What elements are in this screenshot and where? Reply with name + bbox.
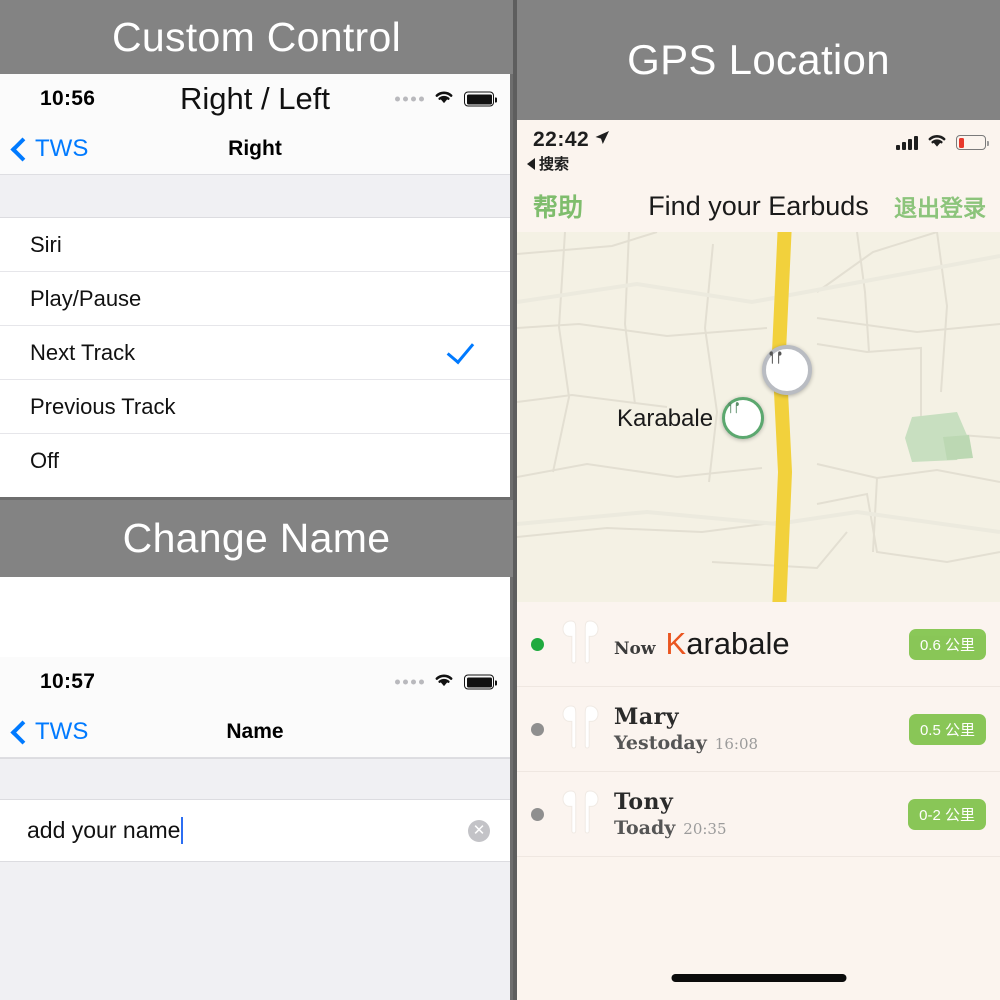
- device-name-initial: K: [665, 626, 687, 661]
- earbuds-icon: [554, 615, 606, 674]
- status-dot-online: [531, 637, 544, 651]
- logout-button[interactable]: 退出登录: [894, 189, 986, 223]
- wifi-icon: [433, 672, 455, 693]
- device-name: Mary: [614, 704, 679, 730]
- return-to-previous-app-button[interactable]: 搜索: [527, 153, 569, 174]
- name-input[interactable]: add your name: [27, 817, 468, 844]
- form-footer-area: [0, 862, 510, 1000]
- earbuds-icon: [554, 700, 606, 759]
- location-arrow-icon: [594, 128, 610, 152]
- option-label: Next Track: [30, 339, 136, 365]
- karabale-device-marker[interactable]: [722, 397, 764, 439]
- device-last-seen-time: 16:08: [714, 735, 759, 753]
- status-bar-indicators: [395, 672, 497, 693]
- name-input-value: add your name: [27, 817, 181, 843]
- earbuds-icon: [728, 402, 739, 414]
- device-last-seen-day: Yestoday: [614, 732, 707, 754]
- cellular-dots-icon: [395, 96, 424, 102]
- device-last-seen-day: Toady: [614, 817, 676, 839]
- list-section-gap: [0, 175, 510, 218]
- option-row-siri[interactable]: Siri: [0, 218, 510, 272]
- wifi-icon: [926, 132, 948, 153]
- triangle-left-icon: [527, 157, 535, 170]
- option-label: Previous Track: [30, 393, 176, 419]
- list-section-gap: [0, 758, 510, 800]
- status-dot-offline: [531, 722, 544, 736]
- distance-badge: 0.6 公里: [908, 628, 986, 660]
- device-name: Karabale: [666, 626, 790, 662]
- banner-change-name-title: Change Name: [122, 515, 391, 561]
- panel-custom-control: 10:56 Right / Left TWS Right Siri Play/P…: [0, 74, 510, 497]
- option-row-next-track[interactable]: Next Track: [0, 326, 510, 380]
- name-field-row[interactable]: add your name ✕: [0, 800, 510, 862]
- status-bar-time: 22:42: [533, 128, 590, 151]
- option-label: Off: [30, 448, 59, 473]
- device-last-seen-time: 20:35: [683, 820, 727, 838]
- banner-custom-control-title: Custom Control: [111, 13, 402, 60]
- status-bar-time-group: 22:42: [533, 128, 610, 152]
- device-list: Now Karabale 0.6 公里 Mary Yestoday 16:08 …: [517, 602, 1000, 857]
- left-column: Custom Control 10:56 Right / Left TWS Ri…: [0, 0, 513, 1000]
- navigation-bar: TWS Right: [0, 124, 510, 175]
- status-bar: 22:42 搜索: [517, 120, 1000, 180]
- cellular-signal-icon: [896, 135, 918, 150]
- device-text: Now Karabale: [614, 626, 909, 662]
- device-row-tony[interactable]: Tony Toady 20:35 0-2 公里: [517, 772, 1000, 857]
- return-app-label: 搜索: [539, 156, 570, 173]
- navigation-bar: TWS Name: [0, 707, 510, 758]
- map-view[interactable]: Karabale: [517, 232, 1000, 602]
- option-label: Play/Pause: [30, 285, 142, 311]
- map-marker-label: Karabale: [617, 405, 714, 432]
- banner-gps-location-title: GPS Location: [627, 36, 890, 83]
- battery-icon: [464, 91, 497, 107]
- navigation-bar: 帮助 Find your Earbuds 退出登录: [517, 180, 1000, 232]
- battery-low-icon: [956, 135, 989, 150]
- device-last-seen: Now: [614, 639, 656, 659]
- option-row-previous-track[interactable]: Previous Track: [0, 380, 510, 434]
- status-bar-indicators: [896, 132, 989, 153]
- distance-badge: 0-2 公里: [908, 798, 986, 830]
- distance-badge: 0.5 公里: [908, 713, 986, 745]
- device-name: Tony: [614, 789, 674, 815]
- panel-gps-location: 22:42 搜索 帮助 Find your Earbuds 退出登录 Karab…: [517, 120, 1000, 1000]
- option-row-play-pause[interactable]: Play/Pause: [0, 272, 510, 326]
- cellular-dots-icon: [395, 679, 424, 685]
- device-last-seen: Yestoday 16:08: [614, 732, 909, 754]
- banner-change-name: Change Name: [0, 500, 513, 577]
- page-title: Name: [226, 720, 284, 743]
- banner-custom-control: Custom Control: [0, 0, 513, 74]
- panel-change-name: 10:57 TWS Name add your name ✕: [0, 577, 510, 1000]
- option-row-off[interactable]: Off: [0, 434, 510, 488]
- device-text: Tony Toady 20:35: [614, 789, 908, 839]
- home-indicator[interactable]: [671, 974, 846, 982]
- text-caret: [181, 817, 184, 844]
- clear-text-icon[interactable]: ✕: [468, 819, 490, 842]
- status-bar: 10:57: [0, 657, 510, 707]
- status-bar-indicators: [395, 89, 497, 110]
- earbuds-icon: [554, 785, 606, 844]
- device-last-seen: Toady 20:35: [614, 817, 908, 839]
- device-text: Mary Yestoday 16:08: [614, 704, 909, 754]
- status-bar-time: 10:57: [40, 670, 96, 693]
- current-location-marker[interactable]: [762, 345, 812, 395]
- control-options-list: Siri Play/Pause Next Track Previous Trac…: [0, 218, 510, 488]
- status-dot-offline: [531, 807, 544, 821]
- device-row-karabale[interactable]: Now Karabale 0.6 公里: [517, 602, 1000, 687]
- earbuds-icon: [769, 351, 782, 364]
- device-row-mary[interactable]: Mary Yestoday 16:08 0.5 公里: [517, 687, 1000, 772]
- option-label: Siri: [30, 231, 62, 257]
- device-name-rest: arabale: [686, 626, 790, 661]
- status-bar: 10:56 Right / Left: [0, 74, 510, 124]
- battery-icon: [464, 674, 497, 690]
- banner-gps-location: GPS Location: [517, 0, 1000, 120]
- blank-spacer: [0, 577, 510, 657]
- page-title: Right: [228, 137, 282, 160]
- wifi-icon: [433, 89, 455, 110]
